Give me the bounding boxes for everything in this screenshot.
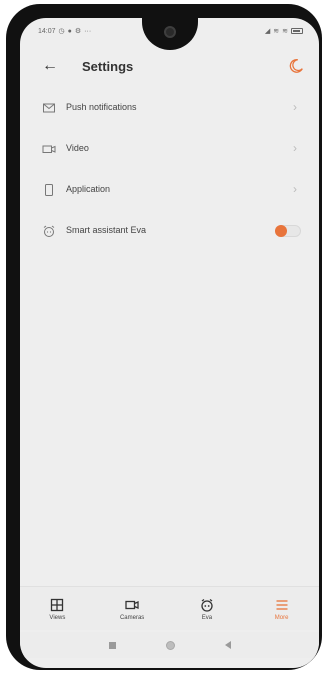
nav-item-cameras[interactable]: Cameras — [102, 597, 162, 621]
settings-row-push-notifications[interactable]: Push notifications › — [20, 88, 319, 129]
recent-apps-icon[interactable] — [108, 641, 116, 649]
settings-row-label: Push notifications — [66, 102, 137, 112]
arrow-left-icon[interactable]: ← — [42, 56, 58, 76]
settings-row-smart-assistant-eva: Smart assistant Eva — [20, 211, 319, 252]
nav-label: More — [274, 614, 289, 621]
bottom-nav: Views Cameras Eva More — [20, 586, 319, 630]
eva-toggle[interactable] — [275, 225, 301, 237]
settings-row-label: Video — [66, 143, 89, 153]
toggle-knob — [275, 225, 287, 237]
grid-icon — [51, 598, 64, 611]
settings-list: Push notifications › Video › Application… — [20, 88, 319, 252]
back-triangle-icon[interactable] — [224, 641, 231, 649]
battery-icon — [291, 28, 303, 34]
eva-robot-icon — [201, 598, 213, 612]
moon-icon[interactable] — [287, 57, 305, 75]
home-icon[interactable] — [165, 640, 175, 650]
mail-icon — [43, 103, 55, 113]
camera-icon — [125, 600, 139, 609]
nav-item-views[interactable]: Views — [27, 597, 87, 621]
phone-icon — [45, 184, 53, 196]
nav-label: Cameras — [119, 614, 145, 621]
screen: 14:07 ◷ ● ⚙ ··· ◢ ≋ ≋ ← Settings Push no… — [20, 18, 319, 668]
menu-icon — [276, 599, 288, 610]
status-right: ◢ ≋ ≋ — [265, 27, 303, 35]
chevron-right-icon: › — [293, 182, 297, 196]
wifi-icon: ≋ — [282, 28, 288, 35]
header: ← Settings — [20, 52, 319, 82]
settings-gear-icon: ⚙ — [74, 28, 82, 35]
status-time: 14:07 — [38, 27, 56, 35]
notification-dot-icon: ● — [67, 27, 72, 35]
wifi-icon: ≋ — [273, 28, 280, 35]
video-icon — [42, 145, 56, 153]
signal-icon: ◢ — [264, 28, 271, 35]
settings-row-label: Application — [66, 184, 111, 194]
page-title: Settings — [82, 59, 134, 74]
settings-row-video[interactable]: Video › — [20, 129, 319, 170]
settings-row-label: Smart assistant Eva — [66, 225, 147, 235]
alarm-clock-icon — [43, 225, 55, 237]
status-left: 14:07 ◷ ● ⚙ ··· — [38, 27, 92, 36]
whatsapp-icon: ◷ — [58, 28, 65, 35]
nav-label: Views — [49, 614, 66, 621]
front-camera — [164, 26, 176, 38]
nav-label: Eva — [201, 614, 213, 621]
chevron-right-icon: › — [293, 100, 297, 114]
nav-item-more[interactable]: More — [252, 597, 312, 621]
more-dots-icon: ··· — [84, 27, 92, 35]
settings-row-application[interactable]: Application › — [20, 170, 319, 211]
chevron-right-icon: › — [293, 141, 297, 155]
nav-item-eva[interactable]: Eva — [177, 597, 237, 621]
system-nav-bar — [20, 632, 319, 658]
phone-frame: 14:07 ◷ ● ⚙ ··· ◢ ≋ ≋ ← Settings Push no… — [6, 4, 322, 670]
